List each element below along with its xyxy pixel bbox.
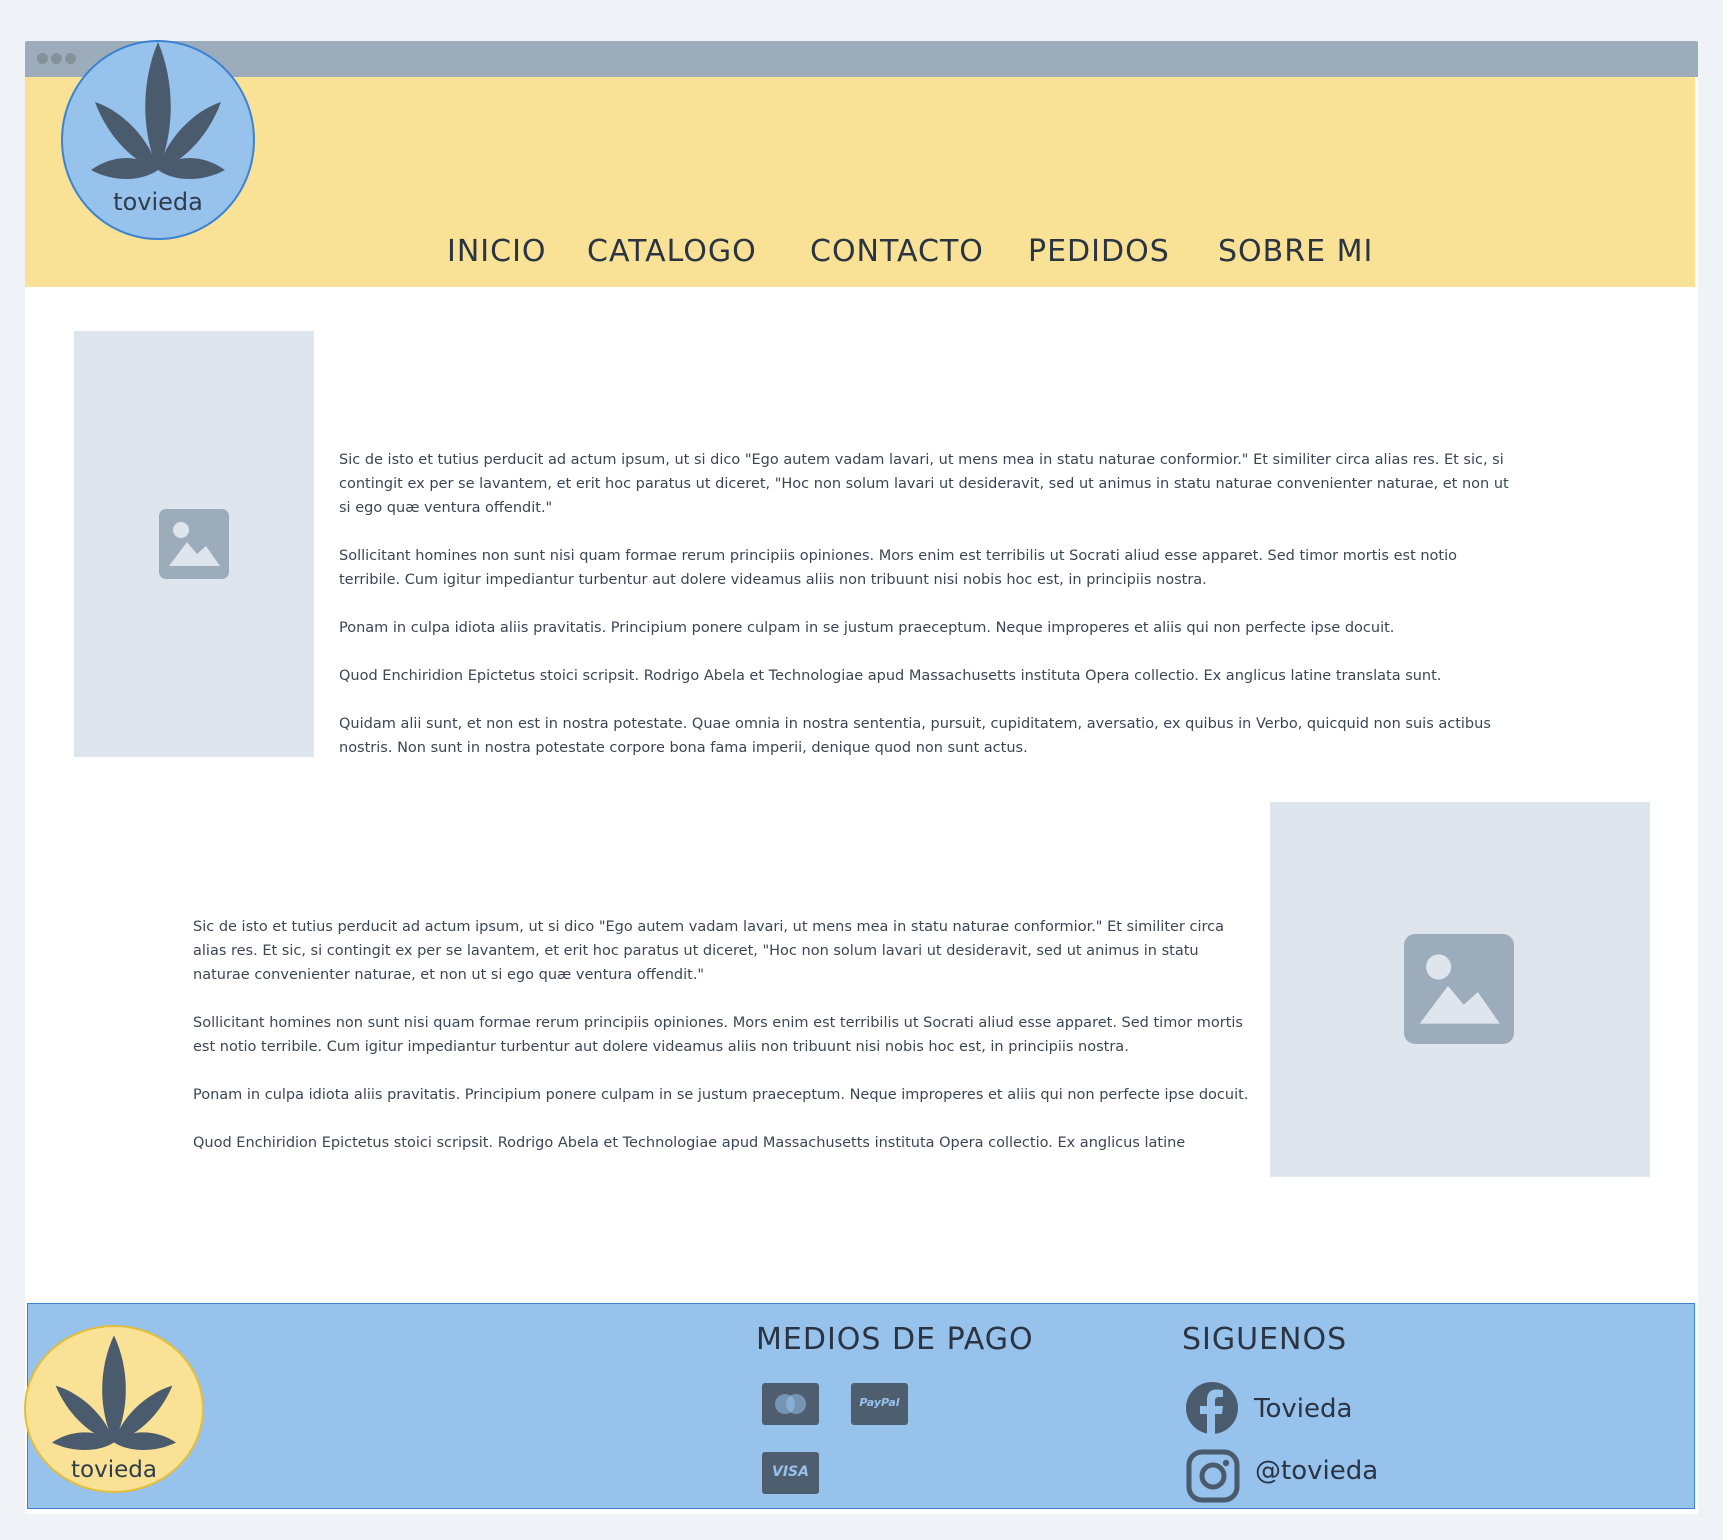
- image-icon: [159, 509, 229, 579]
- image-placeholder: [74, 331, 314, 757]
- social-title: SIGUENOS: [1182, 1322, 1348, 1357]
- nav-item-pedidos[interactable]: PEDIDOS: [1028, 234, 1170, 269]
- instagram-handle[interactable]: @tovieda: [1255, 1456, 1378, 1486]
- nav-item-sobre-mi[interactable]: SOBRE MI: [1218, 234, 1373, 269]
- nav-item-inicio[interactable]: INICIO: [447, 234, 547, 269]
- paragraph: Sollicitant homines non sunt nisi quam f…: [339, 548, 1458, 588]
- window-control-dot[interactable]: [37, 53, 48, 64]
- intro-text-block: Sic de isto et tutius perducit ad actum …: [339, 448, 1509, 784]
- nav-item-catalogo[interactable]: CATALOGO: [587, 234, 757, 269]
- paypal-label: PayPal: [859, 1396, 900, 1409]
- secondary-text-block: Sic de isto et tutius perducit ad actum …: [193, 915, 1251, 1179]
- payments-title: MEDIOS DE PAGO: [756, 1322, 1034, 1357]
- visa-icon: VISA: [762, 1452, 819, 1494]
- paragraph: Sic de isto et tutius perducit ad actum …: [193, 919, 1225, 983]
- paragraph: Sic de isto et tutius perducit ad actum …: [339, 452, 1509, 516]
- window-titlebar: [25, 41, 1698, 77]
- facebook-handle[interactable]: Tovieda: [1254, 1394, 1352, 1424]
- site-logo[interactable]: tovieda: [61, 40, 255, 240]
- paragraph: Ponam in culpa idiota aliis pravitatis. …: [339, 620, 1395, 636]
- logo-wordmark: tovieda: [71, 1457, 157, 1483]
- paragraph: Quidam alii sunt, et non est in nostra p…: [339, 716, 1491, 756]
- paragraph: Quod Enchiridion Epictetus stoici scrips…: [339, 668, 1442, 684]
- paragraph: Sollicitant homines non sunt nisi quam f…: [193, 1015, 1243, 1055]
- image-placeholder: [1270, 802, 1650, 1177]
- visa-label: VISA: [772, 1464, 809, 1480]
- paragraph: Quod Enchiridion Epictetus stoici scrips…: [193, 1135, 1186, 1151]
- footer-logo[interactable]: tovieda: [24, 1325, 204, 1493]
- image-icon: [1404, 934, 1514, 1044]
- paypal-icon: PayPal: [851, 1383, 908, 1425]
- instagram-icon[interactable]: [1186, 1449, 1240, 1503]
- nav-item-contacto[interactable]: CONTACTO: [810, 234, 984, 269]
- logo-wordmark: tovieda: [113, 188, 203, 216]
- mastercard-icon: [762, 1383, 819, 1425]
- facebook-icon[interactable]: [1185, 1381, 1239, 1435]
- paragraph: Ponam in culpa idiota aliis pravitatis. …: [193, 1087, 1249, 1103]
- window-control-dot[interactable]: [51, 53, 62, 64]
